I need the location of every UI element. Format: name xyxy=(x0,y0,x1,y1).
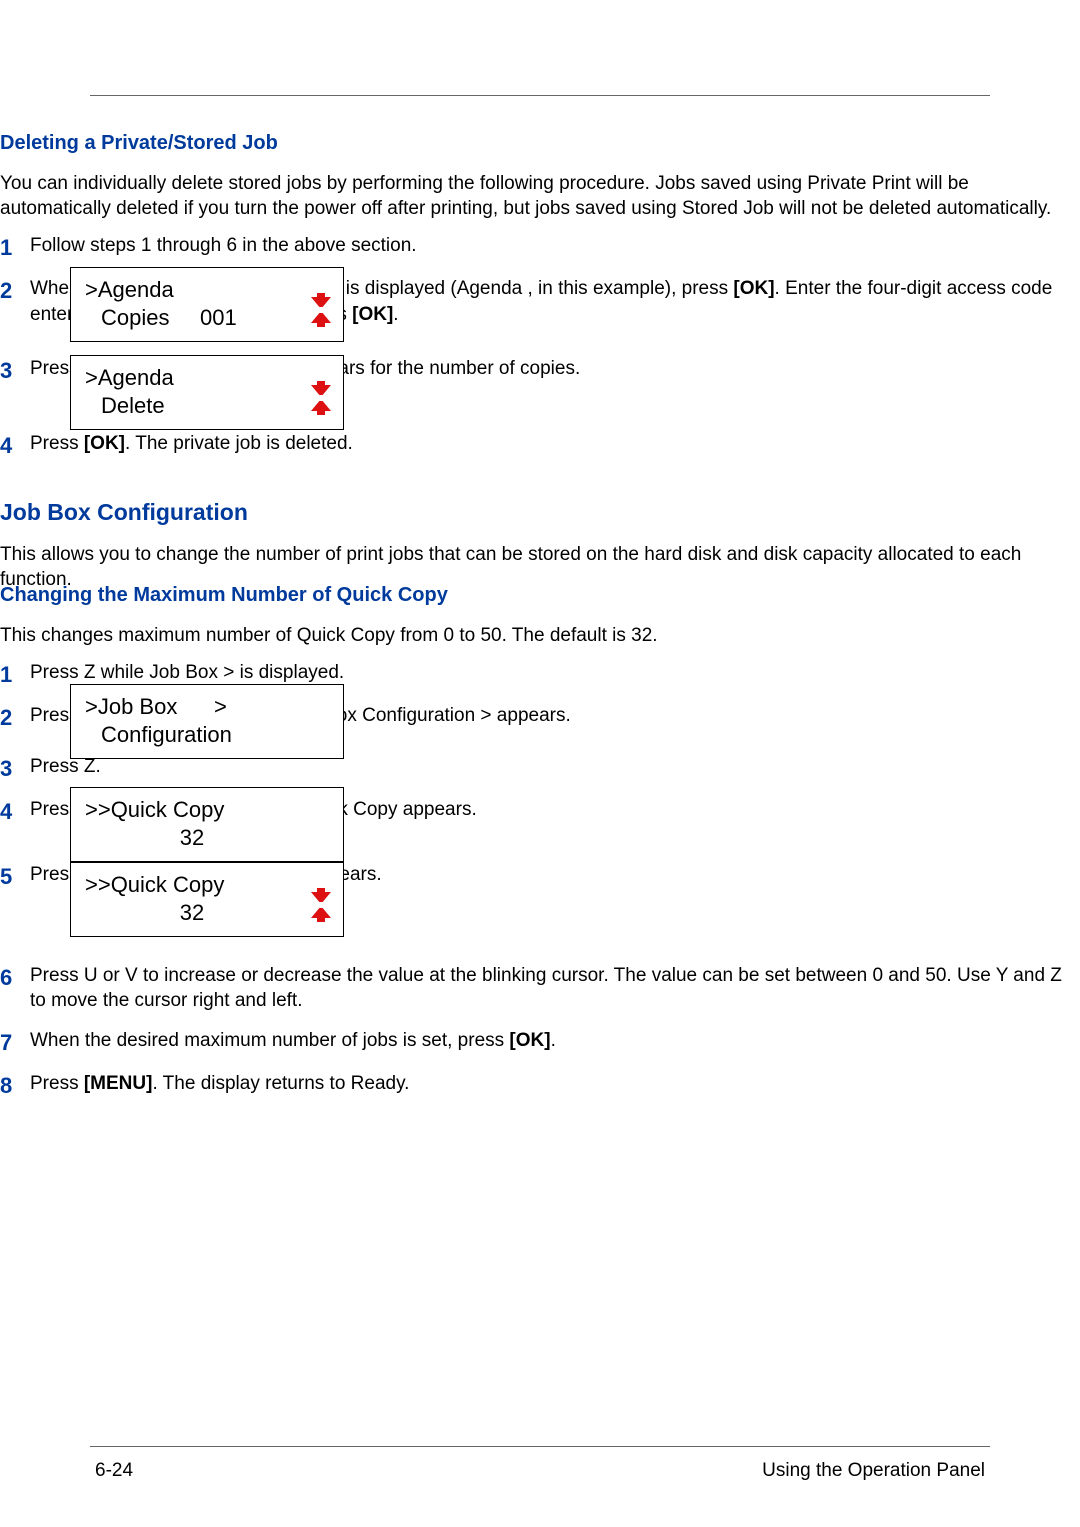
step-number: 3 xyxy=(0,754,30,783)
lcd-box: >Agenda Delete xyxy=(70,355,344,430)
lcd-agenda-copies: >Agenda Copies 001 xyxy=(70,267,344,342)
lcd-jobbox-config: >Job Box > Configuration xyxy=(70,684,344,759)
heading-deleting: Deleting a Private/Stored Job xyxy=(0,130,1080,157)
section-quickcopy-p4: 6Press U or V to increase or decrease th… xyxy=(0,963,1080,1114)
section-deleting-p3: 4Press [OK]. The private job is deleted. xyxy=(0,431,1080,474)
up-arrow-icon xyxy=(309,901,333,929)
lcd-agenda-delete: >Agenda Delete xyxy=(70,355,344,430)
step-number: 1 xyxy=(0,233,30,262)
step-number: 6 xyxy=(0,963,30,992)
lcd-box: >>Quick Copy 32 xyxy=(70,862,344,937)
intro-quickcopy: This changes maximum number of Quick Cop… xyxy=(0,623,1080,648)
lcd-quickcopy-2: >>Quick Copy 32 xyxy=(70,862,344,937)
step-number: 2 xyxy=(0,276,30,305)
lcd-box: >Agenda Copies 001 xyxy=(70,267,344,342)
up-arrow-icon xyxy=(309,306,333,334)
qc-step-6: 6Press U or V to increase or decrease th… xyxy=(0,963,1080,1014)
step-number: 5 xyxy=(0,862,30,891)
step-number: 4 xyxy=(0,797,30,826)
lcd-box: >>Quick Copy 32 xyxy=(70,787,344,862)
step-4: 4Press [OK]. The private job is deleted. xyxy=(0,431,1080,460)
heading-quickcopy: Changing the Maximum Number of Quick Cop… xyxy=(0,582,1080,609)
step-number: 8 xyxy=(0,1071,30,1100)
intro-deleting: You can individually delete stored jobs … xyxy=(0,171,1080,222)
step-number: 2 xyxy=(0,703,30,732)
lcd-box: >Job Box > Configuration xyxy=(70,684,344,759)
heading-jobbox: Job Box Configuration xyxy=(0,497,1080,528)
footer-page-number: 6-24 xyxy=(95,1460,133,1482)
step-1: 1Follow steps 1 through 6 in the above s… xyxy=(0,233,1080,262)
qc-step-8: 8Press [MENU]. The display returns to Re… xyxy=(0,1071,1080,1100)
lcd-quickcopy-1: >>Quick Copy 32 xyxy=(70,787,344,862)
footer-section-title: Using the Operation Panel xyxy=(762,1460,985,1482)
step-number: 4 xyxy=(0,431,30,460)
qc-step-7: 7When the desired maximum number of jobs… xyxy=(0,1028,1080,1057)
step-number: 7 xyxy=(0,1028,30,1057)
step-number: 1 xyxy=(0,660,30,689)
step-number: 3 xyxy=(0,356,30,385)
up-arrow-icon xyxy=(309,394,333,422)
